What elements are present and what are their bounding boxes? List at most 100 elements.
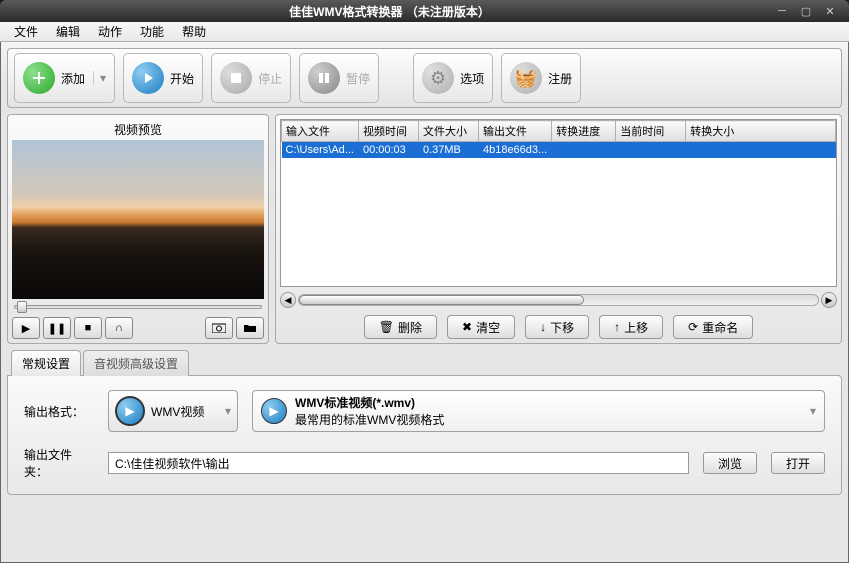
x-icon: ✖ bbox=[462, 320, 472, 334]
output-path-label: 输出文件夹： bbox=[24, 446, 94, 480]
col-outsize[interactable]: 转换大小 bbox=[686, 121, 836, 142]
horizontal-scrollbar[interactable]: ◀ ▶ bbox=[280, 291, 837, 309]
format-description: 最常用的标准WMV视频格式 bbox=[295, 411, 444, 428]
cell-duration: 00:00:03 bbox=[358, 142, 418, 159]
col-size[interactable]: 文件大小 bbox=[418, 121, 478, 142]
app-body: 添加 ▾ 开始 停止 暂停 ⚙ 选项 🧺 注册 视频预览 bbox=[0, 42, 849, 563]
dropdown-arrow-icon[interactable]: ▾ bbox=[93, 71, 106, 85]
add-button[interactable]: 添加 ▾ bbox=[14, 53, 115, 103]
tab-strip: 常规设置 音视频高级设置 bbox=[7, 350, 842, 376]
options-button[interactable]: ⚙ 选项 bbox=[413, 53, 493, 103]
pause-icon bbox=[308, 62, 340, 94]
format-description-dropdown[interactable]: ▶ WMV标准视频(*.wmv) 最常用的标准WMV视频格式 ▾ bbox=[252, 390, 825, 432]
output-path-input[interactable] bbox=[108, 452, 689, 474]
menu-function[interactable]: 功能 bbox=[132, 21, 172, 42]
maximize-button[interactable]: ▢ bbox=[795, 4, 817, 18]
scroll-thumb[interactable] bbox=[299, 295, 584, 305]
col-current[interactable]: 当前时间 bbox=[616, 121, 686, 142]
play-icon: ▶ bbox=[115, 396, 145, 426]
format-dropdown[interactable]: ▶ WMV视频 ▾ bbox=[108, 390, 238, 432]
scroll-right-button[interactable]: ▶ bbox=[821, 292, 837, 308]
format-row: 输出格式： ▶ WMV视频 ▾ ▶ WMV标准视频(*.wmv) 最常用的标准W… bbox=[24, 390, 825, 432]
folder-button[interactable] bbox=[236, 317, 264, 339]
rename-button[interactable]: ⟳重命名 bbox=[673, 315, 753, 339]
browse-button[interactable]: 浏览 bbox=[703, 452, 757, 474]
format-heading: WMV标准视频(*.wmv) bbox=[295, 394, 444, 411]
cell-outsize bbox=[686, 142, 836, 159]
cell-current bbox=[616, 142, 686, 159]
pause-label: 暂停 bbox=[346, 70, 370, 87]
menu-bar: 文件 编辑 动作 功能 帮助 bbox=[0, 22, 849, 42]
play-icon: ▶ bbox=[261, 398, 287, 424]
format-label: 输出格式： bbox=[24, 403, 94, 420]
player-loop-button[interactable]: ∩ bbox=[105, 317, 133, 339]
refresh-icon: ⟳ bbox=[688, 320, 698, 334]
cell-progress bbox=[552, 142, 616, 159]
menu-action[interactable]: 动作 bbox=[90, 21, 130, 42]
start-label: 开始 bbox=[170, 70, 194, 87]
register-button[interactable]: 🧺 注册 bbox=[501, 53, 581, 103]
tab-advanced[interactable]: 音视频高级设置 bbox=[83, 350, 189, 376]
play-icon bbox=[132, 62, 164, 94]
scroll-left-button[interactable]: ◀ bbox=[280, 292, 296, 308]
col-input[interactable]: 输入文件 bbox=[282, 121, 359, 142]
trash-icon: 🗑 bbox=[379, 320, 394, 334]
seek-track[interactable] bbox=[14, 305, 262, 309]
register-label: 注册 bbox=[548, 70, 572, 87]
preview-panel: 视频预览 ▶ ❚❚ ■ ∩ bbox=[7, 114, 269, 344]
player-stop-button[interactable]: ■ bbox=[74, 317, 102, 339]
menu-edit[interactable]: 编辑 bbox=[48, 21, 88, 42]
window-controls: ─ ▢ ✕ bbox=[771, 4, 841, 18]
basket-icon: 🧺 bbox=[510, 62, 542, 94]
player-controls: ▶ ❚❚ ■ ∩ bbox=[12, 317, 264, 339]
title-bar: 佳佳WMV格式转换器 （未注册版本） ─ ▢ ✕ bbox=[0, 0, 849, 22]
player-play-button[interactable]: ▶ bbox=[12, 317, 40, 339]
format-name: WMV视频 bbox=[151, 403, 204, 420]
menu-file[interactable]: 文件 bbox=[6, 21, 46, 42]
delete-button[interactable]: 🗑删除 bbox=[364, 315, 437, 339]
options-label: 选项 bbox=[460, 70, 484, 87]
chevron-down-icon: ▾ bbox=[810, 404, 816, 418]
minimize-button[interactable]: ─ bbox=[771, 4, 793, 18]
middle-area: 视频预览 ▶ ❚❚ ■ ∩ 输入文件 视频时间 bbox=[7, 114, 842, 344]
move-up-button[interactable]: ↑上移 bbox=[599, 315, 663, 339]
tab-general[interactable]: 常规设置 bbox=[11, 350, 81, 376]
cell-output: 4b18e66d3... bbox=[478, 142, 551, 159]
col-progress[interactable]: 转换进度 bbox=[552, 121, 616, 142]
seek-slider[interactable] bbox=[12, 299, 264, 315]
window-title: 佳佳WMV格式转换器 （未注册版本） bbox=[8, 3, 771, 20]
settings-area: 常规设置 音视频高级设置 输出格式： ▶ WMV视频 ▾ ▶ WMV标准视频(*… bbox=[7, 350, 842, 495]
list-actions: 🗑删除 ✖清空 ↓下移 ↑上移 ⟳重命名 bbox=[280, 315, 837, 339]
col-duration[interactable]: 视频时间 bbox=[358, 121, 418, 142]
cell-size: 0.37MB bbox=[418, 142, 478, 159]
down-arrow-icon: ↓ bbox=[540, 320, 546, 334]
preview-title: 视频预览 bbox=[12, 119, 264, 140]
gear-icon: ⚙ bbox=[422, 62, 454, 94]
move-down-button[interactable]: ↓下移 bbox=[525, 315, 589, 339]
scroll-track[interactable] bbox=[298, 294, 819, 306]
menu-help[interactable]: 帮助 bbox=[174, 21, 214, 42]
pause-button[interactable]: 暂停 bbox=[299, 53, 379, 103]
snapshot-button[interactable] bbox=[205, 317, 233, 339]
add-label: 添加 bbox=[61, 70, 85, 87]
table-row[interactable]: C:\Users\Ad... 00:00:03 0.37MB 4b18e66d3… bbox=[282, 142, 836, 159]
seek-thumb[interactable] bbox=[17, 301, 27, 313]
main-toolbar: 添加 ▾ 开始 停止 暂停 ⚙ 选项 🧺 注册 bbox=[7, 48, 842, 108]
stop-button[interactable]: 停止 bbox=[211, 53, 291, 103]
video-preview[interactable] bbox=[12, 140, 264, 299]
up-arrow-icon: ↑ bbox=[614, 320, 620, 334]
file-grid[interactable]: 输入文件 视频时间 文件大小 输出文件 转换进度 当前时间 转换大小 C:\Us… bbox=[280, 119, 837, 287]
settings-panel: 输出格式： ▶ WMV视频 ▾ ▶ WMV标准视频(*.wmv) 最常用的标准W… bbox=[7, 375, 842, 495]
stop-label: 停止 bbox=[258, 70, 282, 87]
open-button[interactable]: 打开 bbox=[771, 452, 825, 474]
close-button[interactable]: ✕ bbox=[819, 4, 841, 18]
plus-icon bbox=[23, 62, 55, 94]
clear-button[interactable]: ✖清空 bbox=[447, 315, 515, 339]
stop-icon bbox=[220, 62, 252, 94]
output-path-row: 输出文件夹： 浏览 打开 bbox=[24, 446, 825, 480]
chevron-down-icon: ▾ bbox=[225, 404, 231, 418]
start-button[interactable]: 开始 bbox=[123, 53, 203, 103]
col-output[interactable]: 输出文件 bbox=[478, 121, 551, 142]
cell-input: C:\Users\Ad... bbox=[282, 142, 359, 159]
player-pause-button[interactable]: ❚❚ bbox=[43, 317, 71, 339]
